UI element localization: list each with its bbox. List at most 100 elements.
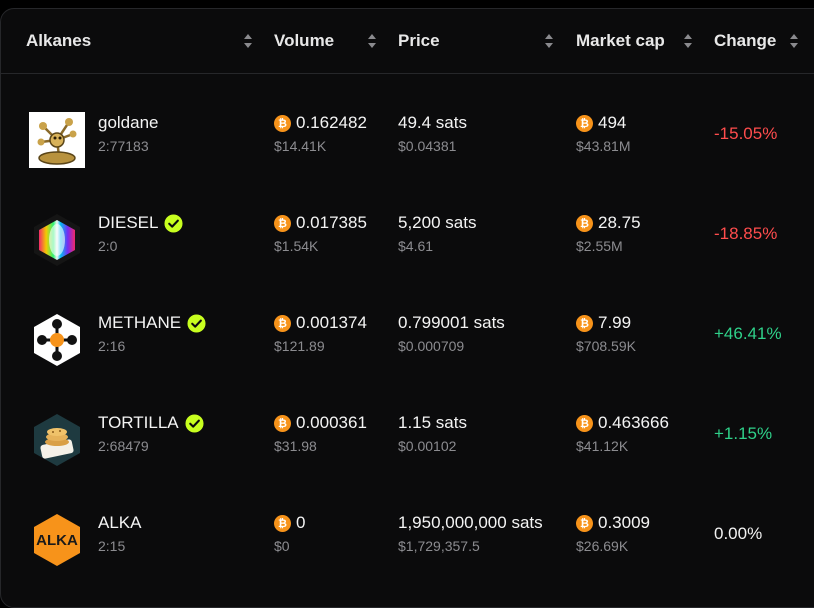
volume-usd: $14.41K <box>274 138 327 154</box>
verified-check-icon <box>164 213 184 233</box>
column-header-volume[interactable]: Volume <box>274 9 334 73</box>
market-cap-usd: $26.69K <box>576 538 629 554</box>
column-header-price[interactable]: Price <box>398 9 440 73</box>
volume-btc-value: 0.000361 <box>296 413 367 432</box>
market-cap-btc: ₿ 0.3009 <box>576 513 650 533</box>
alkanes-table: Alkanes Volume Price Market cap Change g… <box>0 8 814 608</box>
sort-icon[interactable] <box>684 34 694 50</box>
volume-btc: ₿ 0.162482 <box>274 113 367 133</box>
token-id: 2:0 <box>98 238 118 254</box>
volume-usd: $31.98 <box>274 438 317 454</box>
bitcoin-icon: ₿ <box>576 114 593 132</box>
market-cap-btc-value: 28.75 <box>598 213 641 232</box>
volume-btc: ₿ 0.017385 <box>274 213 367 233</box>
price-sats: 5,200 sats <box>398 213 477 232</box>
token-name-label: ALKA <box>98 513 142 532</box>
token-name-label: DIESEL <box>98 213 159 232</box>
market-cap-btc-value: 7.99 <box>598 313 632 332</box>
alka-logo-text: ALKA <box>36 532 78 549</box>
table-row[interactable]: goldane 2:77183 ₿ 0.162482 $14.41K 49.4 s… <box>1 94 814 194</box>
sort-icon[interactable] <box>790 34 800 50</box>
table-row[interactable]: ALKA ALKA 2:15 ₿ 0 $0 1,950,000,000 sats … <box>1 494 814 594</box>
price-usd: $0.04381 <box>398 138 457 154</box>
token-id: 2:77183 <box>98 138 149 154</box>
market-cap-btc-value: 0.463666 <box>598 413 669 432</box>
bitcoin-icon: ₿ <box>274 214 291 232</box>
column-header-market-cap-label: Market cap <box>576 31 665 50</box>
sort-icon[interactable] <box>368 34 378 50</box>
volume-usd: $1.54K <box>274 238 319 254</box>
volume-btc: ₿ 0.001374 <box>274 313 367 333</box>
column-header-change[interactable]: Change <box>714 9 776 73</box>
price-sats: 49.4 sats <box>398 113 467 132</box>
market-cap-usd: $41.12K <box>576 438 629 454</box>
price-usd: $4.61 <box>398 238 434 254</box>
diesel-logo-icon <box>29 212 85 268</box>
volume-btc: ₿ 0.000361 <box>274 413 367 433</box>
volume-btc: ₿ 0 <box>274 513 305 533</box>
token-name[interactable]: ALKA <box>98 513 141 533</box>
table-row[interactable]: TORTILLA 2:68479 ₿ 0.000361 $31.98 1.15 s… <box>1 394 814 494</box>
token-name-label: METHANE <box>98 313 182 332</box>
volume-btc-value: 0.162482 <box>296 113 367 132</box>
bitcoin-icon: ₿ <box>576 314 593 332</box>
volume-usd: $0 <box>274 538 290 554</box>
column-header-price-label: Price <box>398 31 440 50</box>
token-name[interactable]: TORTILLA <box>98 413 204 433</box>
price-sats: 1,950,000,000 sats <box>398 513 543 532</box>
sort-icon[interactable] <box>545 34 555 50</box>
volume-btc-value: 0.001374 <box>296 313 367 332</box>
bitcoin-icon: ₿ <box>274 414 291 432</box>
column-header-change-label: Change <box>714 31 777 50</box>
market-cap-btc: ₿ 7.99 <box>576 313 631 333</box>
market-cap-usd: $708.59K <box>576 338 636 354</box>
token-id: 2:68479 <box>98 438 149 454</box>
table-row[interactable]: DIESEL 2:0 ₿ 0.017385 $1.54K 5,200 sats $… <box>1 194 814 294</box>
sort-icon[interactable] <box>244 34 254 50</box>
price-usd: $0.000709 <box>398 338 465 354</box>
token-name-label: TORTILLA <box>98 413 179 432</box>
verified-check-icon <box>185 413 204 433</box>
market-cap-btc: ₿ 0.463666 <box>576 413 669 433</box>
column-header-volume-label: Volume <box>274 31 335 50</box>
volume-btc-value: 0 <box>296 513 306 532</box>
column-header-alkanes[interactable]: Alkanes <box>26 9 91 73</box>
price-usd: $1,729,357.5 <box>398 538 480 554</box>
change-value: 0.00% <box>714 524 763 543</box>
bitcoin-icon: ₿ <box>274 514 291 532</box>
table-row[interactable]: METHANE 2:16 ₿ 0.001374 $121.89 0.799001 … <box>1 294 814 394</box>
token-name-label: goldane <box>98 113 159 132</box>
bitcoin-icon: ₿ <box>576 514 593 532</box>
change-value: -15.05% <box>714 124 778 143</box>
goldane-logo-icon <box>29 112 85 168</box>
token-name[interactable]: METHANE <box>98 313 206 333</box>
bitcoin-icon: ₿ <box>576 214 593 232</box>
change-value: +1.15% <box>714 424 773 443</box>
change-value: -18.85% <box>714 224 778 243</box>
table-header: Alkanes Volume Price Market cap Change <box>1 9 814 74</box>
market-cap-btc: ₿ 28.75 <box>576 213 641 233</box>
volume-btc-value: 0.017385 <box>296 213 367 232</box>
tortilla-logo-icon <box>29 412 85 468</box>
market-cap-btc-value: 0.3009 <box>598 513 650 532</box>
token-name[interactable]: goldane <box>98 113 159 133</box>
market-cap-btc-value: 494 <box>598 113 627 132</box>
column-header-market-cap[interactable]: Market cap <box>576 9 665 73</box>
verified-check-icon <box>187 313 206 333</box>
volume-usd: $121.89 <box>274 338 325 354</box>
alka-logo-icon: ALKA <box>29 512 85 568</box>
methane-logo-icon <box>29 312 85 368</box>
price-sats: 1.15 sats <box>398 413 467 432</box>
market-cap-usd: $43.81M <box>576 138 631 154</box>
price-sats: 0.799001 sats <box>398 313 505 332</box>
column-header-alkanes-label: Alkanes <box>26 31 92 50</box>
bitcoin-icon: ₿ <box>576 414 593 432</box>
token-id: 2:16 <box>98 338 126 354</box>
token-id: 2:15 <box>98 538 126 554</box>
token-name[interactable]: DIESEL <box>98 213 184 233</box>
market-cap-btc: ₿ 494 <box>576 113 626 133</box>
price-usd: $0.00102 <box>398 438 457 454</box>
bitcoin-icon: ₿ <box>274 314 291 332</box>
market-cap-usd: $2.55M <box>576 238 623 254</box>
bitcoin-icon: ₿ <box>274 114 291 132</box>
